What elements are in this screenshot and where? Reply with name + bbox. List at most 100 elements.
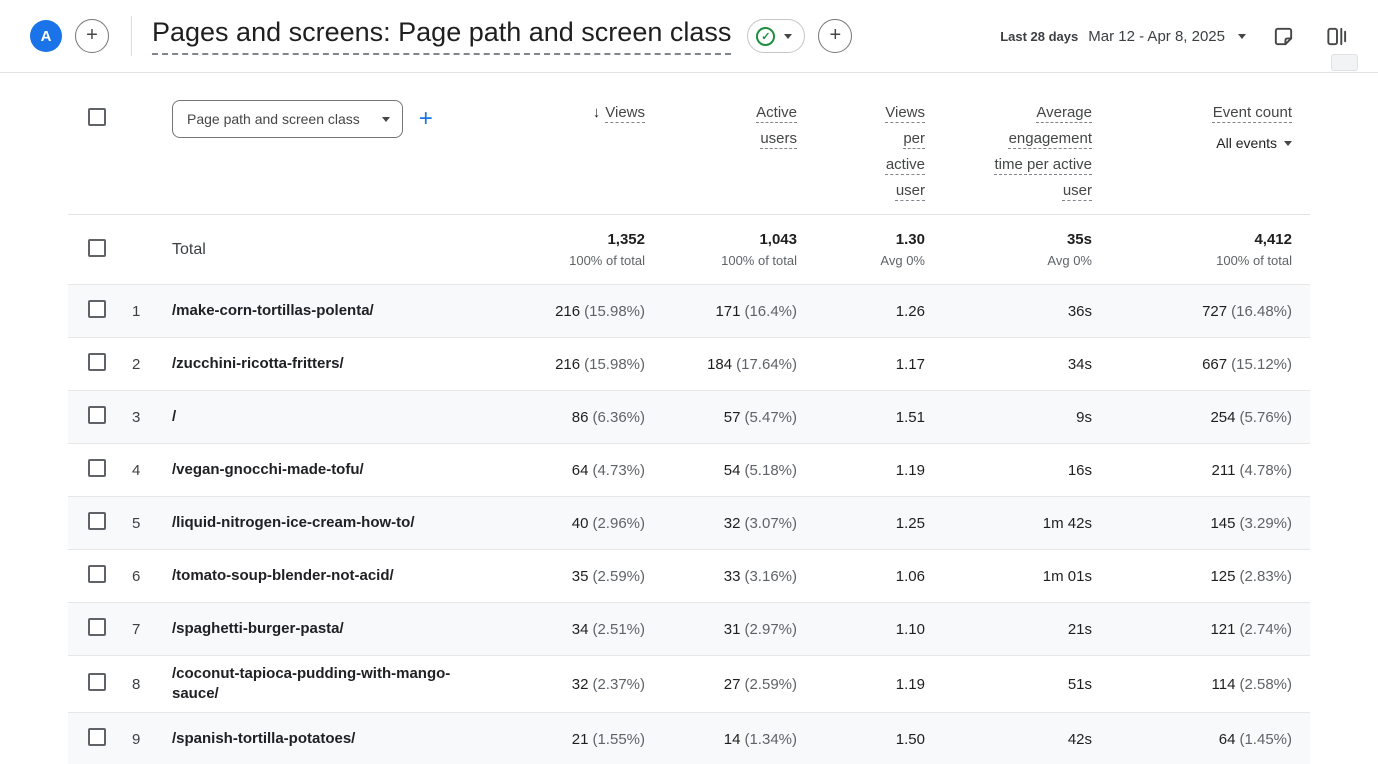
column-header-event-count[interactable]: Event count: [1213, 100, 1292, 126]
column-header-avg-engagement-time[interactable]: Average engagement time per active user: [992, 100, 1092, 204]
total-engagement-sub: Avg 0%: [925, 253, 1092, 268]
views-value: 216: [555, 303, 580, 320]
row-checkbox-cell: [68, 353, 132, 375]
chevron-down-icon: [784, 34, 792, 39]
page-path-cell: /: [172, 407, 510, 427]
event-count-percent: (15.12%): [1231, 356, 1292, 373]
row-checkbox[interactable]: [88, 406, 106, 424]
page-path-cell: /coconut-tapioca-pudding-with-mango-sauc…: [172, 664, 510, 704]
row-index: 8: [132, 676, 172, 693]
row-checkbox[interactable]: [88, 512, 106, 530]
column-header-active-users[interactable]: Active users: [743, 100, 797, 152]
event-count-value: 64: [1219, 731, 1236, 748]
row-checkbox[interactable]: [88, 618, 106, 636]
views-percent: (15.98%): [584, 356, 645, 373]
dimension-dropdown[interactable]: Page path and screen class: [172, 100, 403, 138]
row-checkbox[interactable]: [88, 300, 106, 318]
row-index: 9: [132, 731, 172, 748]
views-value: 40: [572, 515, 589, 532]
row-index: 3: [132, 409, 172, 426]
views-value: 32: [572, 676, 589, 693]
event-count-percent: (2.74%): [1239, 621, 1292, 638]
column-header-views-per-active-user[interactable]: Views per active user: [873, 100, 925, 204]
row-index: 2: [132, 356, 172, 373]
engagement-time-cell: 36s: [925, 303, 1092, 320]
views-cell: 216(15.98%): [510, 356, 645, 373]
row-checkbox-cell: [68, 565, 132, 587]
active-users-value: 27: [724, 676, 741, 693]
header-divider: [0, 72, 1378, 73]
row-index: 5: [132, 515, 172, 532]
views-percent: (2.37%): [592, 676, 645, 693]
row-checkbox[interactable]: [88, 673, 106, 691]
event-count-percent: (5.76%): [1239, 409, 1292, 426]
event-count-percent: (2.83%): [1239, 568, 1292, 585]
page-path-cell: /zucchini-ricotta-fritters/: [172, 354, 510, 374]
add-comparison-button[interactable]: +: [818, 19, 852, 53]
total-event-count-sub: 100% of total: [1092, 253, 1292, 268]
row-index: 4: [132, 462, 172, 479]
total-views-cell: 1,352 100% of total: [510, 231, 645, 268]
event-count-percent: (3.29%): [1239, 515, 1292, 532]
report-status-dropdown[interactable]: ✓: [747, 19, 805, 53]
report-title[interactable]: Pages and screens: Page path and screen …: [152, 17, 731, 55]
active-users-value: 31: [724, 621, 741, 638]
select-all-checkbox[interactable]: [88, 108, 106, 126]
views-per-user-header-cell: Views per active user: [797, 100, 925, 204]
scrollbar-thumb[interactable]: [1331, 54, 1358, 71]
event-filter-dropdown[interactable]: All events: [1092, 135, 1292, 151]
engagement-time-cell: 1m 42s: [925, 515, 1092, 532]
active-users-percent: (17.64%): [736, 356, 797, 373]
page-path-cell: /tomato-soup-blender-not-acid/: [172, 566, 510, 586]
total-views-value: 1,352: [510, 231, 645, 248]
column-header-views[interactable]: Views: [605, 100, 645, 126]
row-checkbox[interactable]: [88, 459, 106, 477]
views-per-user-cell: 1.10: [797, 621, 925, 638]
comparison-panel-icon[interactable]: [1321, 21, 1352, 52]
active-users-cell: 31(2.97%): [645, 621, 797, 638]
total-active-users-sub: 100% of total: [645, 253, 797, 268]
views-per-user-cell: 1.51: [797, 409, 925, 426]
active-users-percent: (2.59%): [744, 676, 797, 693]
active-users-cell: 14(1.34%): [645, 731, 797, 748]
total-checkbox[interactable]: [88, 239, 106, 257]
active-users-percent: (5.47%): [744, 409, 797, 426]
add-dimension-button[interactable]: +: [419, 107, 433, 131]
avatar[interactable]: A: [30, 20, 62, 52]
active-users-cell: 32(3.07%): [645, 515, 797, 532]
active-users-value: 54: [724, 462, 741, 479]
views-per-user-cell: 1.25: [797, 515, 925, 532]
event-count-cell: 114(2.58%): [1092, 676, 1310, 693]
table-row: 8 /coconut-tapioca-pudding-with-mango-sa…: [68, 656, 1310, 713]
event-count-cell: 145(3.29%): [1092, 515, 1310, 532]
event-count-cell: 125(2.83%): [1092, 568, 1310, 585]
row-index: 6: [132, 568, 172, 585]
table-header-row: Page path and screen class + ↓Views Acti…: [68, 88, 1310, 215]
active-users-cell: 184(17.64%): [645, 356, 797, 373]
event-count-value: 145: [1210, 515, 1235, 532]
views-percent: (6.36%): [592, 409, 645, 426]
active-users-value: 32: [724, 515, 741, 532]
views-cell: 35(2.59%): [510, 568, 645, 585]
views-value: 216: [555, 356, 580, 373]
row-index: 7: [132, 621, 172, 638]
date-range-picker[interactable]: Last 28 days Mar 12 - Apr 8, 2025: [1000, 28, 1246, 45]
row-checkbox[interactable]: [88, 728, 106, 746]
chevron-down-icon: [382, 117, 390, 122]
check-circle-icon: ✓: [756, 27, 775, 46]
views-value: 64: [572, 462, 589, 479]
active-users-header-cell: Active users: [645, 100, 797, 152]
active-users-percent: (5.18%): [744, 462, 797, 479]
table-row: 7 /spaghetti-burger-pasta/ 34(2.51%) 31(…: [68, 603, 1310, 656]
event-count-value: 667: [1202, 356, 1227, 373]
add-button[interactable]: +: [75, 19, 109, 53]
event-count-value: 121: [1210, 621, 1235, 638]
row-checkbox-cell: [68, 728, 132, 750]
row-checkbox[interactable]: [88, 565, 106, 583]
sort-descending-icon[interactable]: ↓: [593, 104, 601, 121]
notes-icon[interactable]: [1268, 21, 1299, 52]
engagement-time-cell: 9s: [925, 409, 1092, 426]
total-engagement-cell: 35s Avg 0%: [925, 231, 1092, 268]
row-checkbox[interactable]: [88, 353, 106, 371]
event-count-value: 211: [1212, 462, 1236, 479]
